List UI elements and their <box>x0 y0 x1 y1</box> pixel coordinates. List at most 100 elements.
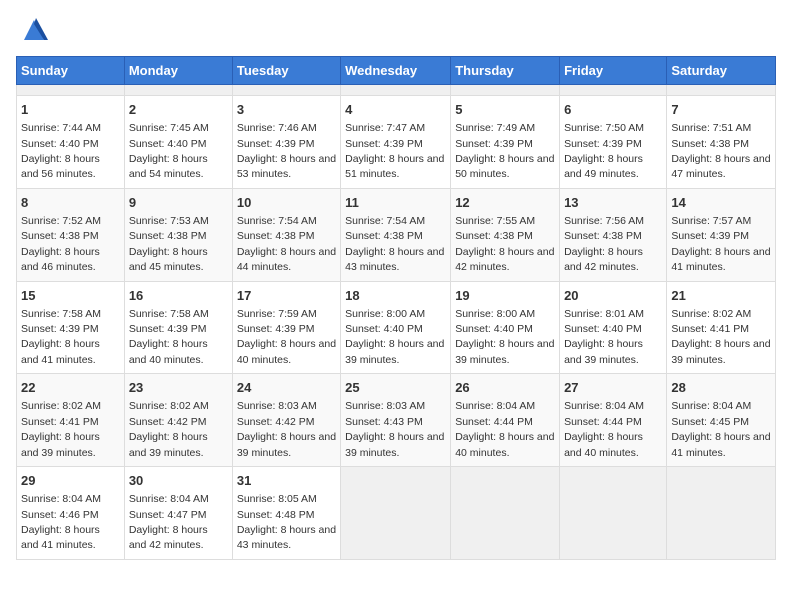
calendar-day-cell: 22 Sunrise: 8:02 AMSunset: 4:41 PMDayligh… <box>17 374 125 467</box>
calendar-day-cell: 2 Sunrise: 7:45 AMSunset: 4:40 PMDaylight… <box>124 96 232 189</box>
calendar-week-row: 8 Sunrise: 7:52 AMSunset: 4:38 PMDaylight… <box>17 188 776 281</box>
day-number: 11 <box>345 194 446 212</box>
day-number: 26 <box>455 379 555 397</box>
calendar-day-cell: 19 Sunrise: 8:00 AMSunset: 4:40 PMDayligh… <box>451 281 560 374</box>
day-number: 10 <box>237 194 336 212</box>
calendar-day-cell: 4 Sunrise: 7:47 AMSunset: 4:39 PMDaylight… <box>341 96 451 189</box>
calendar-day-cell <box>124 85 232 96</box>
day-info: Sunrise: 7:59 AMSunset: 4:39 PMDaylight:… <box>237 308 336 366</box>
calendar-week-row: 22 Sunrise: 8:02 AMSunset: 4:41 PMDayligh… <box>17 374 776 467</box>
day-info: Sunrise: 7:55 AMSunset: 4:38 PMDaylight:… <box>455 215 554 273</box>
day-number: 16 <box>129 287 228 305</box>
day-info: Sunrise: 8:01 AMSunset: 4:40 PMDaylight:… <box>564 308 644 366</box>
day-info: Sunrise: 8:05 AMSunset: 4:48 PMDaylight:… <box>237 493 336 551</box>
calendar-day-cell: 28 Sunrise: 8:04 AMSunset: 4:45 PMDayligh… <box>667 374 776 467</box>
calendar-day-cell: 16 Sunrise: 7:58 AMSunset: 4:39 PMDayligh… <box>124 281 232 374</box>
calendar-day-cell: 9Sunrise: 7:53 AMSunset: 4:38 PMDaylight… <box>124 188 232 281</box>
day-number: 27 <box>564 379 662 397</box>
calendar-day-cell: 20Sunrise: 8:01 AMSunset: 4:40 PMDayligh… <box>560 281 667 374</box>
day-number: 14 <box>671 194 771 212</box>
day-info: Sunrise: 8:02 AMSunset: 4:41 PMDaylight:… <box>671 308 770 366</box>
calendar-day-cell: 13Sunrise: 7:56 AMSunset: 4:38 PMDayligh… <box>560 188 667 281</box>
calendar-day-cell: 10 Sunrise: 7:54 AMSunset: 4:38 PMDayligh… <box>232 188 340 281</box>
day-info: Sunrise: 8:00 AMSunset: 4:40 PMDaylight:… <box>455 308 554 366</box>
day-number: 3 <box>237 101 336 119</box>
calendar-header-row: SundayMondayTuesdayWednesdayThursdayFrid… <box>17 57 776 85</box>
day-number: 4 <box>345 101 446 119</box>
day-info: Sunrise: 7:54 AMSunset: 4:38 PMDaylight:… <box>237 215 336 273</box>
logo-icon <box>20 16 48 44</box>
calendar-day-cell: 8 Sunrise: 7:52 AMSunset: 4:38 PMDaylight… <box>17 188 125 281</box>
calendar-day-cell: 12 Sunrise: 7:55 AMSunset: 4:38 PMDayligh… <box>451 188 560 281</box>
calendar-day-cell: 15 Sunrise: 7:58 AMSunset: 4:39 PMDayligh… <box>17 281 125 374</box>
day-number: 25 <box>345 379 446 397</box>
day-number: 17 <box>237 287 336 305</box>
calendar-table: SundayMondayTuesdayWednesdayThursdayFrid… <box>16 56 776 560</box>
column-header-friday: Friday <box>560 57 667 85</box>
day-number: 7 <box>671 101 771 119</box>
day-info: Sunrise: 8:02 AMSunset: 4:41 PMDaylight:… <box>21 400 101 458</box>
day-number: 30 <box>129 472 228 490</box>
day-number: 18 <box>345 287 446 305</box>
day-number: 22 <box>21 379 120 397</box>
calendar-week-row: 15 Sunrise: 7:58 AMSunset: 4:39 PMDayligh… <box>17 281 776 374</box>
day-number: 21 <box>671 287 771 305</box>
day-info: Sunrise: 7:58 AMSunset: 4:39 PMDaylight:… <box>129 308 209 366</box>
day-info: Sunrise: 7:52 AMSunset: 4:38 PMDaylight:… <box>21 215 101 273</box>
day-info: Sunrise: 7:45 AMSunset: 4:40 PMDaylight:… <box>129 122 209 180</box>
day-number: 6 <box>564 101 662 119</box>
day-info: Sunrise: 7:57 AMSunset: 4:39 PMDaylight:… <box>671 215 770 273</box>
day-number: 28 <box>671 379 771 397</box>
calendar-day-cell: 18 Sunrise: 8:00 AMSunset: 4:40 PMDayligh… <box>341 281 451 374</box>
day-number: 1 <box>21 101 120 119</box>
calendar-day-cell: 24Sunrise: 8:03 AMSunset: 4:42 PMDayligh… <box>232 374 340 467</box>
calendar-week-row: 29Sunrise: 8:04 AMSunset: 4:46 PMDayligh… <box>17 467 776 560</box>
calendar-week-row <box>17 85 776 96</box>
day-info: Sunrise: 8:04 AMSunset: 4:46 PMDaylight:… <box>21 493 101 551</box>
day-info: Sunrise: 7:50 AMSunset: 4:39 PMDaylight:… <box>564 122 644 180</box>
calendar-day-cell <box>560 85 667 96</box>
day-number: 8 <box>21 194 120 212</box>
day-number: 19 <box>455 287 555 305</box>
calendar-day-cell <box>451 467 560 560</box>
logo <box>16 16 48 44</box>
column-header-tuesday: Tuesday <box>232 57 340 85</box>
calendar-day-cell: 11 Sunrise: 7:54 AMSunset: 4:38 PMDayligh… <box>341 188 451 281</box>
calendar-day-cell: 5Sunrise: 7:49 AMSunset: 4:39 PMDaylight… <box>451 96 560 189</box>
calendar-day-cell <box>451 85 560 96</box>
day-info: Sunrise: 8:04 AMSunset: 4:45 PMDaylight:… <box>671 400 770 458</box>
day-info: Sunrise: 7:46 AMSunset: 4:39 PMDaylight:… <box>237 122 336 180</box>
calendar-day-cell: 17 Sunrise: 7:59 AMSunset: 4:39 PMDayligh… <box>232 281 340 374</box>
day-number: 23 <box>129 379 228 397</box>
calendar-day-cell: 27Sunrise: 8:04 AMSunset: 4:44 PMDayligh… <box>560 374 667 467</box>
day-info: Sunrise: 7:47 AMSunset: 4:39 PMDaylight:… <box>345 122 444 180</box>
day-info: Sunrise: 8:03 AMSunset: 4:43 PMDaylight:… <box>345 400 444 458</box>
calendar-day-cell: 29Sunrise: 8:04 AMSunset: 4:46 PMDayligh… <box>17 467 125 560</box>
day-info: Sunrise: 8:00 AMSunset: 4:40 PMDaylight:… <box>345 308 444 366</box>
day-info: Sunrise: 7:51 AMSunset: 4:38 PMDaylight:… <box>671 122 770 180</box>
day-info: Sunrise: 7:54 AMSunset: 4:38 PMDaylight:… <box>345 215 444 273</box>
day-info: Sunrise: 8:03 AMSunset: 4:42 PMDaylight:… <box>237 400 336 458</box>
calendar-day-cell <box>667 467 776 560</box>
calendar-day-cell <box>232 85 340 96</box>
calendar-day-cell: 25 Sunrise: 8:03 AMSunset: 4:43 PMDayligh… <box>341 374 451 467</box>
day-number: 13 <box>564 194 662 212</box>
calendar-day-cell: 1 Sunrise: 7:44 AMSunset: 4:40 PMDaylight… <box>17 96 125 189</box>
day-number: 15 <box>21 287 120 305</box>
day-info: Sunrise: 8:02 AMSunset: 4:42 PMDaylight:… <box>129 400 209 458</box>
day-info: Sunrise: 8:04 AMSunset: 4:47 PMDaylight:… <box>129 493 209 551</box>
calendar-day-cell: 31Sunrise: 8:05 AMSunset: 4:48 PMDayligh… <box>232 467 340 560</box>
day-number: 2 <box>129 101 228 119</box>
calendar-day-cell: 30 Sunrise: 8:04 AMSunset: 4:47 PMDayligh… <box>124 467 232 560</box>
calendar-day-cell: 3 Sunrise: 7:46 AMSunset: 4:39 PMDaylight… <box>232 96 340 189</box>
column-header-thursday: Thursday <box>451 57 560 85</box>
column-header-monday: Monday <box>124 57 232 85</box>
calendar-day-cell <box>17 85 125 96</box>
day-number: 12 <box>455 194 555 212</box>
day-info: Sunrise: 8:04 AMSunset: 4:44 PMDaylight:… <box>455 400 554 458</box>
day-info: Sunrise: 7:58 AMSunset: 4:39 PMDaylight:… <box>21 308 101 366</box>
day-info: Sunrise: 7:53 AMSunset: 4:38 PMDaylight:… <box>129 215 209 273</box>
day-info: Sunrise: 7:44 AMSunset: 4:40 PMDaylight:… <box>21 122 101 180</box>
column-header-wednesday: Wednesday <box>341 57 451 85</box>
calendar-day-cell <box>667 85 776 96</box>
